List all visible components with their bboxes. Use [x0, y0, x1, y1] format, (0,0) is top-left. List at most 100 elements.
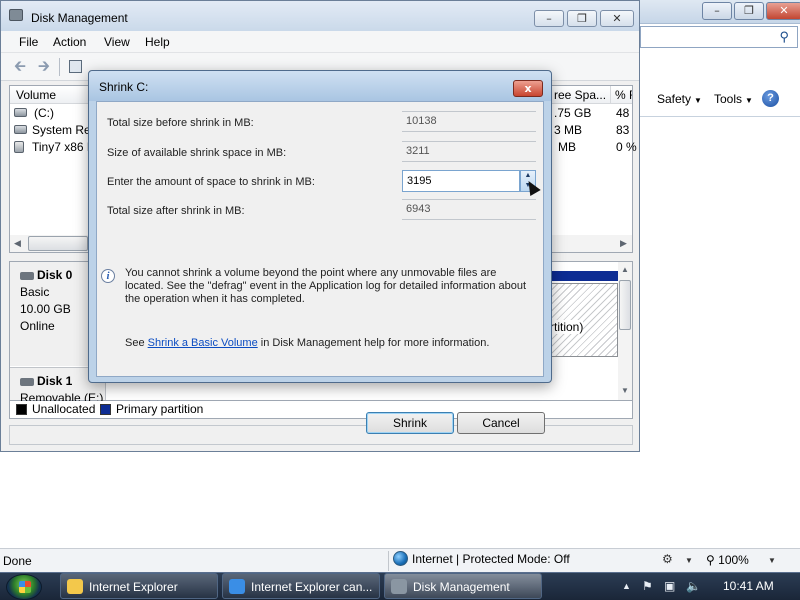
volume-icon — [14, 125, 27, 134]
scroll-left-icon[interactable]: ◀ — [14, 238, 21, 249]
taskbar-item-label: Disk Management — [413, 580, 510, 594]
help-reference-prefix: See — [125, 337, 148, 349]
ie-command-bar: Safety ▼ Tools ▼ ? — [640, 88, 800, 112]
dm-titlebar: Disk Management – ❐ ✕ — [1, 1, 639, 31]
dm-window-title: Disk Management — [31, 11, 128, 25]
windows-logo-icon — [19, 581, 31, 593]
volume-pct: 0 % — [616, 140, 637, 154]
scroll-thumb[interactable] — [28, 236, 88, 251]
show-hidden-icons-icon[interactable]: ▲ — [622, 581, 631, 591]
scroll-thumb[interactable] — [619, 280, 631, 330]
partition-label: rtition) — [550, 320, 584, 334]
available-shrink-label: Size of available shrink space in MB: — [107, 147, 287, 159]
menu-action[interactable]: Action — [53, 35, 86, 49]
toolbar-separator — [59, 58, 60, 76]
cd-drive-icon — [14, 141, 24, 153]
ie-status-bar: Done Internet | Protected Mode: Off ⚙ ▼ … — [0, 548, 800, 572]
ie-search-box[interactable]: ⚲ — [640, 26, 798, 48]
volume-icon[interactable]: 🔈 — [686, 579, 701, 593]
scroll-down-icon[interactable]: ▼ — [621, 386, 629, 395]
ie-status-text: Done — [3, 554, 32, 568]
ie-icon — [229, 579, 245, 594]
dm-menu-bar: File Action View Help — [1, 31, 639, 53]
ie-zone-text: Internet | Protected Mode: Off — [412, 551, 570, 566]
shrink-button[interactable]: Shrink — [366, 412, 454, 434]
shrink-dialog-body: Total size before shrink in MB: 10138 Si… — [96, 101, 544, 377]
menu-view[interactable]: View — [104, 35, 130, 49]
menu-file[interactable]: File — [19, 35, 38, 49]
available-shrink-value: 3211 — [402, 141, 536, 162]
chevron-down-icon: ▼ — [694, 96, 702, 105]
taskbar-item-label: Internet Explorer — [89, 580, 178, 594]
partition-header-bar — [550, 271, 618, 281]
shrink-amount-input[interactable] — [402, 170, 520, 192]
column-separator[interactable] — [610, 86, 611, 104]
total-size-after-label: Total size after shrink in MB: — [107, 205, 245, 217]
help-reference-line: See Shrink a Basic Volume in Disk Manage… — [125, 337, 489, 349]
protected-mode-icon[interactable]: ⚙ — [662, 552, 673, 566]
forward-icon[interactable]: 🡲 — [35, 58, 53, 75]
chevron-down-icon[interactable]: ▼ — [768, 556, 776, 565]
disk-management-icon — [9, 9, 23, 21]
shrink-dialog: Shrink C: x Total size before shrink in … — [88, 70, 552, 434]
scroll-up-icon[interactable]: ▲ — [621, 265, 629, 274]
column-volume[interactable]: Volume — [16, 88, 56, 102]
menu-help[interactable]: Help — [145, 35, 170, 49]
close-icon: x — [524, 82, 532, 95]
start-button[interactable] — [6, 574, 42, 600]
disk-graph-vscrollbar[interactable]: ▲ ▼ — [618, 262, 632, 400]
dm-close-button[interactable]: ✕ — [600, 10, 634, 27]
dialog-close-button[interactable]: x — [513, 80, 543, 97]
ie-zoom-control[interactable]: ⚲ 100% — [706, 553, 749, 567]
shrink-dialog-title: Shrink C: — [99, 80, 149, 94]
taskbar: Internet Explorer Internet Explorer can.… — [0, 572, 800, 600]
taskbar-item-disk-management[interactable]: Disk Management — [384, 573, 542, 599]
scroll-right-icon[interactable]: ▶ — [620, 238, 627, 249]
taskbar-item-internet-explorer[interactable]: Internet Explorer — [60, 573, 218, 599]
shrink-info-text: You cannot shrink a volume beyond the po… — [125, 267, 527, 305]
globe-icon — [393, 551, 408, 567]
shrink-basic-volume-link[interactable]: Shrink a Basic Volume — [148, 337, 258, 349]
ie-minimize-button[interactable]: – — [702, 2, 732, 20]
unallocated-swatch — [16, 404, 27, 415]
disk-icon — [20, 271, 34, 280]
network-icon[interactable]: ▣ — [664, 579, 675, 593]
ie-tools-menu[interactable]: Tools ▼ — [714, 92, 753, 106]
total-size-after-value: 6943 — [402, 199, 536, 220]
clock[interactable]: 10:41 AM — [723, 579, 774, 593]
disk-management-icon — [391, 579, 407, 594]
disk-1-title: Disk 1 — [37, 374, 73, 388]
disk-0-title: Disk 0 — [37, 268, 73, 282]
volume-free: MB — [558, 140, 576, 154]
ie-close-button[interactable]: ✕ — [766, 2, 800, 20]
shrink-dialog-titlebar: Shrink C: x — [89, 71, 551, 101]
action-center-flag-icon[interactable]: ⚑ — [642, 579, 653, 593]
info-icon: i — [101, 269, 115, 283]
volume-name: (C:) — [34, 106, 54, 120]
primary-partition-swatch — [100, 404, 111, 415]
console-tree-icon — [68, 60, 82, 73]
ie-security-zone[interactable]: Internet | Protected Mode: Off — [388, 551, 570, 571]
search-icon[interactable]: ⚲ — [779, 29, 789, 45]
back-icon[interactable]: 🡰 — [11, 58, 29, 75]
ie-restore-button[interactable]: ❐ — [734, 2, 764, 20]
volume-name: Tiny7 x86 R — [32, 140, 96, 154]
cancel-button[interactable]: Cancel — [457, 412, 545, 434]
chevron-down-icon[interactable]: ▼ — [685, 556, 693, 565]
ie-zoom-text: 100% — [718, 553, 749, 567]
dm-minimize-button[interactable]: – — [534, 10, 564, 27]
column-free-space[interactable]: ree Spa... — [554, 88, 610, 102]
ie-safety-label: Safety — [657, 92, 692, 106]
column-percent-free[interactable]: % F — [615, 88, 632, 102]
dm-restore-button[interactable]: ❐ — [567, 10, 597, 27]
volume-pct: 48 — [616, 106, 630, 120]
volume-name: System Res — [32, 123, 97, 137]
taskbar-item-ie-cannot-display[interactable]: Internet Explorer can... — [222, 573, 380, 599]
chevron-down-icon: ▼ — [745, 96, 753, 105]
help-icon[interactable]: ? — [762, 90, 779, 107]
show-hide-tree-icon[interactable] — [66, 58, 84, 75]
total-size-before-label: Total size before shrink in MB: — [107, 117, 254, 129]
ie-safety-menu[interactable]: Safety ▼ — [657, 92, 702, 106]
legend-primary-partition: Primary partition — [116, 402, 204, 416]
volume-free: .75 GB — [554, 106, 592, 120]
